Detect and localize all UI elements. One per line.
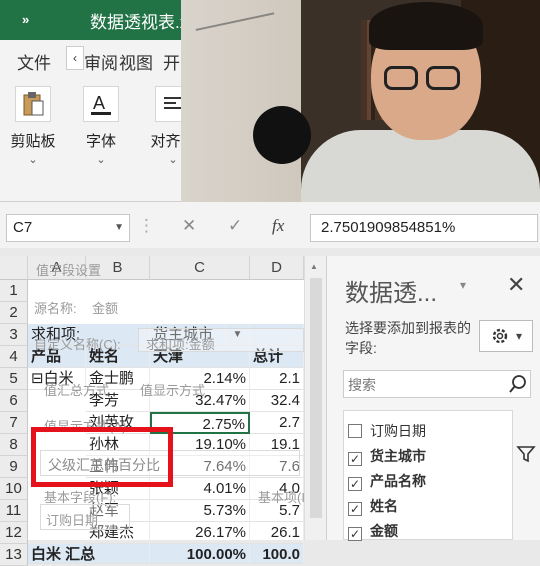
formula-input[interactable]: 2.7501909854851% — [310, 214, 538, 242]
field-item-ship-city[interactable]: ✓ 货主城市 — [348, 446, 426, 468]
tab-view[interactable]: 视图 — [119, 49, 153, 74]
scrollbar-thumb[interactable] — [310, 278, 322, 518]
row-header[interactable]: 6 — [0, 390, 28, 412]
table-cell[interactable]: 5.73% — [150, 500, 250, 522]
checkbox[interactable]: ✓ — [348, 502, 362, 516]
clipboard-label: 剪贴板 — [10, 133, 56, 150]
insert-function-icon[interactable]: fx — [272, 216, 284, 236]
cell-reference: C7 — [13, 219, 33, 236]
quick-access-toolbar-icon[interactable]: » — [22, 12, 29, 27]
filter-funnel-icon[interactable] — [516, 444, 536, 464]
highlight-box — [31, 427, 173, 487]
more-icon: ⋮ — [138, 216, 155, 235]
table-cell[interactable]: 26.17% — [150, 522, 250, 544]
dialog-ghost-source-label: 源名称: — [34, 301, 77, 316]
row-header[interactable]: 2 — [0, 302, 28, 324]
tab-scroll-left-button[interactable]: ‹ — [66, 46, 84, 70]
pivot-fields-pane: 数据透... ▾ ✕ 选择要添加到报表的字段: ▾ 搜索 订购日期 ✓ 货主城市 … — [326, 256, 540, 541]
cancel-icon[interactable]: ✕ — [182, 216, 196, 236]
close-icon[interactable]: ✕ — [507, 272, 525, 298]
field-layout-button[interactable]: ▾ — [479, 320, 533, 352]
row-header[interactable]: 8 — [0, 434, 28, 456]
field-list: 订购日期 ✓ 货主城市 ✓ 产品名称 ✓ 姓名 ✓ 金额 — [343, 410, 513, 541]
chevron-down-icon: ▾ — [515, 329, 523, 343]
checkbox[interactable]: ✓ — [348, 477, 362, 491]
dialog-ghost-custom-value: 求和项:金额 — [146, 337, 215, 352]
dialog-ghost-source-value: 金额 — [92, 301, 119, 316]
checkbox[interactable]: ✓ — [348, 527, 362, 541]
checkbox[interactable] — [348, 424, 362, 438]
window-title: 数据透视表.xl — [90, 13, 192, 32]
clipboard-button[interactable]: 剪贴板 ⌄ — [2, 86, 64, 166]
svg-text:A: A — [93, 93, 105, 113]
dialog-ghost-showas-tab: 值显示方式 — [140, 383, 206, 398]
chevron-down-icon: ⌄ — [96, 154, 106, 166]
tab-file[interactable]: 文件 — [17, 49, 51, 74]
column-header-d[interactable]: D — [250, 256, 304, 280]
row-header[interactable]: 11 — [0, 500, 28, 522]
search-icon[interactable] — [508, 374, 528, 394]
row-header[interactable]: 3 — [0, 324, 28, 346]
font-icon: A — [83, 86, 119, 122]
row-header[interactable]: 1 — [0, 280, 28, 302]
enter-icon[interactable]: ✓ — [228, 216, 242, 236]
gear-icon — [492, 328, 508, 344]
table-cell[interactable]: 32.4 — [250, 390, 304, 412]
pane-description: 选择要添加到报表的字段: — [345, 320, 471, 356]
row-header[interactable]: 13 — [0, 544, 28, 566]
row-header[interactable]: 4 — [0, 346, 28, 368]
dialog-ghost-title: 值字段设置 — [36, 263, 102, 278]
checkbox[interactable]: ✓ — [348, 452, 362, 466]
table-cell[interactable]: 100.00% — [150, 544, 250, 564]
vertical-scrollbar[interactable]: ▲ — [304, 256, 326, 540]
scroll-up-icon[interactable]: ▲ — [310, 262, 318, 271]
column-header-c[interactable]: C — [150, 256, 250, 280]
webcam-overlay — [181, 0, 540, 202]
row-header[interactable]: 12 — [0, 522, 28, 544]
field-item-order-date[interactable]: 订购日期 — [348, 421, 426, 443]
formula-bar: C7 ▼ ⋮ ✕ ✓ fx 2.7501909854851% — [0, 202, 540, 248]
dialog-ghost-summarize-tab: 值汇总方式 — [44, 383, 110, 398]
row-header[interactable]: 9 — [0, 456, 28, 478]
tab-review[interactable]: 审阅 — [84, 49, 118, 74]
name-box[interactable]: C7 ▼ — [6, 214, 130, 242]
chevron-down-icon[interactable]: ▼ — [114, 222, 124, 233]
tab-developer[interactable]: 开 — [163, 49, 180, 74]
paste-icon — [15, 86, 51, 122]
search-placeholder: 搜索 — [348, 377, 376, 393]
row-header[interactable]: 10 — [0, 478, 28, 500]
field-item-name[interactable]: ✓ 姓名 — [348, 496, 398, 518]
row-header[interactable]: 5 — [0, 368, 28, 390]
table-cell[interactable]: 2.1 — [250, 368, 304, 390]
group-total-label[interactable]: 白米 汇总 — [28, 544, 150, 564]
dialog-ghost-custom-name: 自定义名称(C): — [34, 337, 121, 352]
select-all-corner[interactable] — [0, 256, 28, 280]
row-header[interactable]: 7 — [0, 412, 28, 434]
font-label: 字体 — [85, 133, 116, 150]
pane-title: 数据透... — [345, 280, 438, 307]
dialog-ghost-order-date: 订购日期 — [46, 513, 99, 528]
field-search-input[interactable]: 搜索 — [343, 370, 531, 398]
table-cell[interactable]: 26.1 — [250, 522, 304, 544]
pane-options-dropdown-icon[interactable]: ▾ — [460, 278, 466, 292]
chevron-down-icon: ⌄ — [28, 154, 38, 166]
table-cell[interactable]: 2.7 — [250, 412, 304, 434]
table-cell[interactable]: 100.0 — [250, 544, 304, 564]
field-item-product-name[interactable]: ✓ 产品名称 — [348, 471, 426, 493]
font-button[interactable]: A 字体 ⌄ — [70, 86, 132, 166]
